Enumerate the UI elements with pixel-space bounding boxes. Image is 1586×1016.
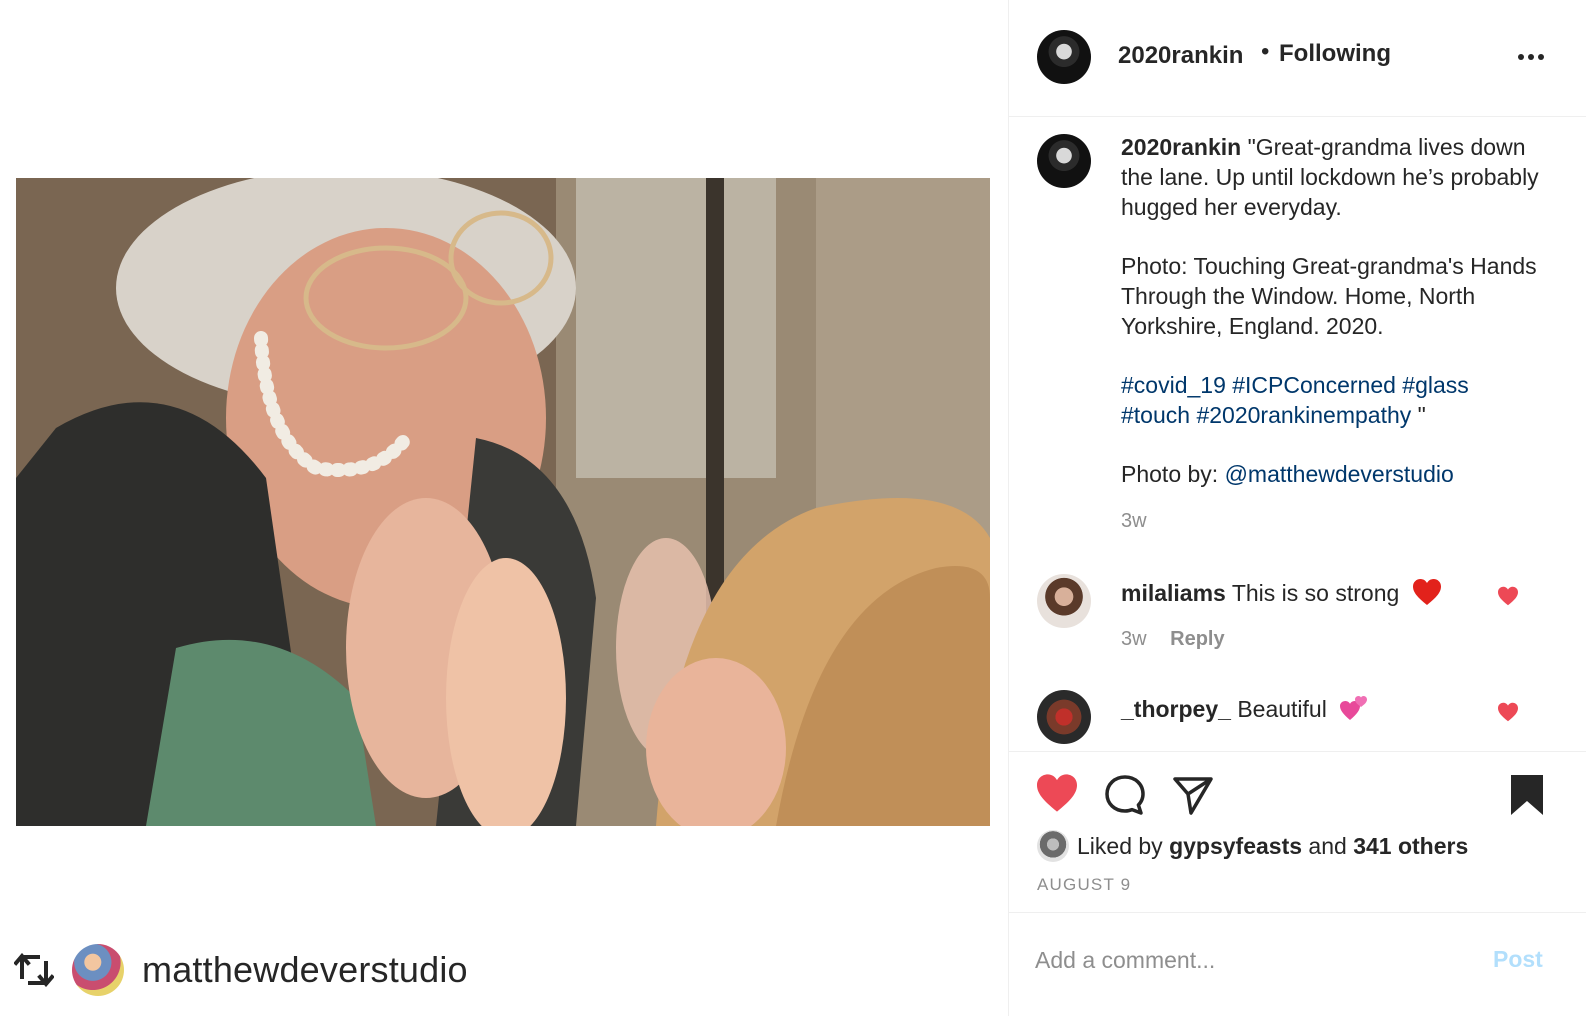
commenter-avatar[interactable] <box>1037 574 1091 628</box>
comment-like-heart-icon[interactable] <box>1497 586 1523 612</box>
reply-button[interactable]: Reply <box>1170 628 1224 650</box>
comment-item: milaliams This is so strong 3w Reply <box>1009 572 1586 672</box>
comment-item: _thorpey_ Beautiful <box>1009 688 1586 751</box>
share-paper-plane-icon[interactable] <box>1171 773 1215 817</box>
comment-body: This is so strong <box>1231 580 1400 607</box>
author-username[interactable]: 2020rankin <box>1118 42 1243 70</box>
comment-body: Beautiful <box>1237 696 1327 723</box>
credit-prefix: Photo by: <box>1121 461 1219 487</box>
comment-like-heart-icon[interactable] <box>1497 702 1523 728</box>
post-comment-button[interactable]: Post <box>1493 946 1543 973</box>
likes-summary[interactable]: Liked by gypsyfeasts and 341 others <box>1037 829 1468 863</box>
more-options-icon[interactable] <box>1514 40 1548 74</box>
repost-handle[interactable]: matthewdeverstudio <box>142 949 468 991</box>
comment-input[interactable] <box>1035 940 1465 980</box>
caption-text: 2020rankin "Great-grandma lives down the… <box>1121 132 1561 489</box>
comment-text: milaliams This is so strong <box>1121 578 1442 612</box>
author-avatar[interactable] <box>1037 30 1091 84</box>
post-actions: Liked by gypsyfeasts and 341 others AUGU… <box>1009 753 1586 913</box>
hashtags-line-1[interactable]: #covid_19 #ICPConcerned #glass <box>1121 372 1469 398</box>
caption-avatar[interactable] <box>1037 134 1091 188</box>
caption-close-quote: " <box>1411 402 1426 428</box>
two-hearts-emoji-icon <box>1339 694 1369 728</box>
media-pane: matthewdeverstudio <box>0 0 1008 1016</box>
caption-line-2: Photo: Touching Great-grandma's Hands Th… <box>1121 253 1537 339</box>
caption-timestamp[interactable]: 3w <box>1121 510 1147 533</box>
liker-avatar[interactable] <box>1037 830 1069 862</box>
likes-prefix: Liked by <box>1077 832 1163 859</box>
saved-bookmark-icon[interactable] <box>1507 773 1551 817</box>
comment-username[interactable]: _thorpey_ <box>1121 696 1231 722</box>
separator-dot: • <box>1261 38 1270 65</box>
post-side-panel: 2020rankin • Following 2020rankin "Great… <box>1008 0 1586 1016</box>
comment-text: _thorpey_ Beautiful <box>1121 694 1369 728</box>
comment-username[interactable]: milaliams <box>1121 580 1226 606</box>
comment-meta: 3w Reply <box>1121 628 1225 651</box>
comment-timestamp[interactable]: 3w <box>1121 628 1147 650</box>
likes-connector: and <box>1308 832 1347 859</box>
first-liker[interactable]: gypsyfeasts <box>1169 833 1302 860</box>
caption-username[interactable]: 2020rankin <box>1121 134 1241 160</box>
comment-bubble-icon[interactable] <box>1103 773 1147 817</box>
repost-icon <box>12 948 56 992</box>
red-heart-emoji-icon <box>1412 578 1442 612</box>
add-comment-bar: Post <box>1009 914 1586 1016</box>
repost-attribution: matthewdeverstudio <box>12 940 468 1000</box>
following-button[interactable]: Following <box>1279 40 1391 68</box>
credit-handle[interactable]: @matthewdeverstudio <box>1225 461 1454 487</box>
comments-area[interactable]: 2020rankin "Great-grandma lives down the… <box>1009 118 1586 752</box>
repost-avatar[interactable] <box>72 944 124 996</box>
post-photo-illustration <box>16 178 990 826</box>
post-photo[interactable] <box>16 178 990 826</box>
post-date[interactable]: AUGUST 9 <box>1037 875 1131 895</box>
post-header: 2020rankin • Following <box>1009 0 1586 117</box>
likes-others[interactable]: 341 others <box>1353 833 1468 860</box>
commenter-avatar[interactable] <box>1037 690 1091 744</box>
hashtags-line-2[interactable]: #touch #2020rankinempathy <box>1121 402 1411 428</box>
like-heart-icon[interactable] <box>1035 773 1079 817</box>
